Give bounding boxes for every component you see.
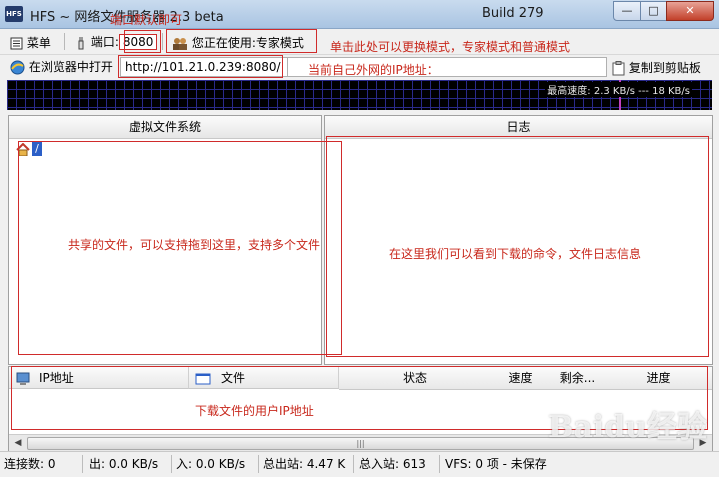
port-label: 端口: — [90, 35, 119, 49]
baidu-watermark: Baidu经验 — [548, 410, 707, 445]
url-field[interactable]: http://101.21.0.239:8080/ — [120, 57, 290, 77]
copy-to-clipboard-button[interactable]: 复制到剪贴板 — [612, 59, 701, 76]
users-icon — [173, 38, 187, 50]
vfs-root-item[interactable]: / — [32, 142, 42, 156]
mode-label: 您正在使用:专家模式 — [191, 36, 304, 50]
copy-to-clipboard-label: 复制到剪贴板 — [628, 61, 701, 75]
bandwidth-graph: 最高速度: 2.3 KB/s --- 18 KB/s — [7, 80, 712, 110]
status-in-speed: 入: 0.0 KB/s — [172, 455, 259, 473]
menu-button[interactable]: 菜单 — [10, 34, 51, 51]
vfs-panel-title: 虚拟文件系统 — [9, 116, 321, 139]
graph-speed-label: 最高速度: 2.3 KB/s --- 18 KB/s — [545, 82, 692, 97]
column-file-label: 文件 — [221, 371, 246, 385]
users-note: 下载文件的用户IP地址 — [195, 404, 314, 418]
status-connections: 连接数: 0 — [0, 455, 83, 473]
mode-button[interactable]: 您正在使用:专家模式 — [172, 34, 304, 51]
column-ip-label: IP地址 — [39, 371, 74, 385]
status-total-in: 总入站: 613 — [355, 455, 440, 473]
maximize-button[interactable]: □ — [640, 1, 667, 21]
plug-icon — [78, 36, 84, 49]
hfs-app-icon: HFS — [5, 6, 23, 22]
vfs-note: 共享的文件，可以支持拖到这里，支持多个文件 — [68, 238, 321, 252]
log-note: 在这里我们可以看到下载的命令，文件日志信息 — [389, 247, 642, 261]
status-out-speed: 出: 0.0 KB/s — [85, 455, 172, 473]
minimize-button[interactable]: — — [613, 1, 641, 21]
ip-note: 当前自己外网的IP地址： — [308, 63, 439, 77]
clipboard-icon — [612, 61, 625, 76]
column-file[interactable]: 文件 — [189, 367, 339, 389]
toolbar-divider — [162, 33, 163, 50]
toolbar-divider — [64, 33, 65, 50]
column-remaining[interactable]: 剩余... — [550, 367, 606, 390]
computer-icon — [16, 372, 30, 385]
scroll-left-icon[interactable]: ◀ — [10, 436, 26, 450]
port-button[interactable]: 端口: 8080 — [75, 33, 158, 50]
title-bar: HFS HFS ~ 网络文件服务器 2.3 beta Build 279 — □… — [0, 0, 719, 29]
open-in-browser-button[interactable]: 在浏览器中打开 — [10, 58, 113, 75]
column-progress[interactable]: 进度 — [605, 367, 712, 390]
file-window-icon — [195, 373, 211, 384]
port-note: 端口默认即可 — [110, 13, 183, 27]
column-speed[interactable]: 速度 — [491, 367, 551, 390]
open-in-browser-label: 在浏览器中打开 — [28, 60, 113, 74]
column-status[interactable]: 状态 — [339, 367, 492, 390]
log-panel[interactable]: 日志 — [324, 115, 713, 365]
port-value: 8080 — [118, 34, 158, 50]
column-ip[interactable]: IP地址 — [9, 367, 189, 389]
menu-icon — [10, 37, 23, 50]
mode-note: 单击此处可以更换模式，专家模式和普通模式 — [330, 40, 571, 54]
home-icon — [16, 143, 30, 156]
browser-icon — [10, 60, 25, 75]
menu-label: 菜单 — [26, 36, 51, 50]
status-vfs: VFS: 0 项 - 未保存 — [445, 457, 547, 471]
status-total-out: 总出站: 4.47 K — [259, 455, 354, 473]
log-panel-title: 日志 — [325, 116, 712, 139]
build-label: Build 279 — [482, 6, 544, 21]
hfs-window: HFS HFS ~ 网络文件服务器 2.3 beta Build 279 — □… — [0, 0, 719, 477]
status-bar: 连接数: 0 出: 0.0 KB/s 入: 0.0 KB/s 总出站: 4.47… — [0, 451, 719, 477]
close-button[interactable]: ✕ — [666, 1, 714, 21]
